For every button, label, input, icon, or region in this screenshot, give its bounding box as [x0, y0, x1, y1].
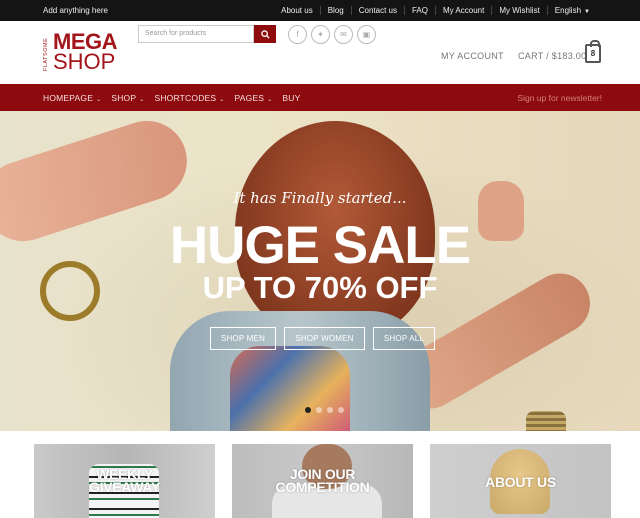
nav-label: SHORTCODES [154, 92, 217, 103]
twitter-icon[interactable]: ✦ [311, 25, 330, 44]
nav-label: SHOP [111, 92, 137, 103]
social-icons: f ✦ ✉ ▣ [288, 25, 376, 44]
top-bar-links: About us Blog Contact us FAQ My Account … [274, 6, 597, 15]
chevron-down-icon: ▼ [584, 9, 590, 15]
nav-item-homepage[interactable]: HOMEPAGE ⌄ [43, 93, 101, 103]
language-label: English [554, 6, 582, 15]
site-logo[interactable]: FLATSOME MEGA SHOP [43, 30, 125, 74]
top-bar: Add anything here About us Blog Contact … [0, 0, 640, 21]
search-button[interactable] [254, 25, 276, 43]
promo-card-about-us[interactable]: ABOUT US [430, 444, 611, 518]
cart-count: 8 [590, 49, 596, 58]
top-link-about-us[interactable]: About us [274, 6, 320, 15]
top-link-contact-us[interactable]: Contact us [350, 6, 404, 15]
top-bar-tagline: Add anything here [43, 6, 108, 15]
cart-link[interactable]: CART / $183.00 [518, 51, 586, 61]
top-link-blog[interactable]: Blog [319, 6, 351, 15]
my-account-link[interactable]: MY ACCOUNT [441, 51, 504, 61]
nav-item-shop[interactable]: SHOP ⌄ [111, 93, 144, 103]
language-selector[interactable]: English ▼ [546, 6, 597, 15]
hero-tagline: It has Finally started... [233, 189, 407, 207]
chevron-down-icon: ⌄ [139, 96, 145, 103]
promo-title: WEEKLY GIVEAWAY [34, 467, 215, 495]
instagram-icon[interactable]: ▣ [357, 25, 376, 44]
cart-bag-icon[interactable]: 8 [585, 40, 601, 63]
hero-image-top [230, 346, 350, 431]
nav-item-buy[interactable]: BUY [282, 93, 300, 103]
logo-side-text: FLATSOME [43, 36, 49, 71]
email-icon[interactable]: ✉ [334, 25, 353, 44]
main-nav: HOMEPAGE ⌄ SHOP ⌄ SHORTCODES ⌄ PAGES ⌄ BUY S… [0, 84, 640, 111]
logo-shop-text: SHOP [53, 48, 116, 74]
promo-card-competition[interactable]: JOIN OUR COMPETITION [232, 444, 413, 518]
shop-women-button[interactable]: SHOP WOMEN [284, 327, 365, 350]
search-form: Search for products [138, 25, 276, 43]
chevron-down-icon: ⌄ [96, 96, 102, 103]
shop-men-button[interactable]: SHOP MEN [210, 327, 276, 350]
search-input[interactable]: Search for products [138, 25, 254, 43]
top-link-faq[interactable]: FAQ [403, 6, 435, 15]
chevron-down-icon: ⌄ [267, 96, 273, 103]
facebook-icon[interactable]: f [288, 25, 307, 44]
slider-dots [305, 407, 344, 413]
search-icon [260, 29, 270, 39]
promo-title-line: ABOUT US [485, 474, 556, 490]
chevron-down-icon: ⌄ [219, 96, 225, 103]
promo-card-weekly-giveaway[interactable]: WEEKLY GIVEAWAY [34, 444, 215, 518]
shop-all-button[interactable]: SHOP ALL [373, 327, 435, 350]
nav-item-shortcodes[interactable]: SHORTCODES ⌄ [154, 93, 224, 103]
slider-dot[interactable] [316, 407, 322, 413]
promo-title: JOIN OUR COMPETITION [232, 467, 413, 495]
hero-headline: HUGE SALE [169, 216, 471, 275]
promo-title: ABOUT US [430, 474, 611, 490]
promo-title-line: GIVEAWAY [89, 479, 160, 495]
newsletter-signup-link[interactable]: Sign up for newsletter! [517, 93, 602, 103]
top-link-my-account[interactable]: My Account [434, 6, 491, 15]
slider-dot[interactable] [338, 407, 344, 413]
nav-item-pages[interactable]: PAGES ⌄ [235, 93, 273, 103]
hero-banner[interactable]: It has Finally started... HUGE SALE UP T… [0, 111, 640, 431]
promo-title-line: COMPETITION [275, 479, 370, 495]
hero-subhead: UP TO 70% OFF [202, 270, 438, 305]
hero-image-bracelet [526, 411, 566, 431]
top-link-my-wishlist[interactable]: My Wishlist [491, 6, 546, 15]
nav-label: PAGES [234, 92, 265, 103]
nav-label: HOMEPAGE [43, 92, 94, 103]
slider-dot[interactable] [305, 407, 311, 413]
promo-cards: WEEKLY GIVEAWAY JOIN OUR COMPETITION ABO… [34, 444, 611, 518]
slider-dot[interactable] [327, 407, 333, 413]
hero-buttons: SHOP MEN SHOP WOMEN SHOP ALL [210, 327, 435, 350]
